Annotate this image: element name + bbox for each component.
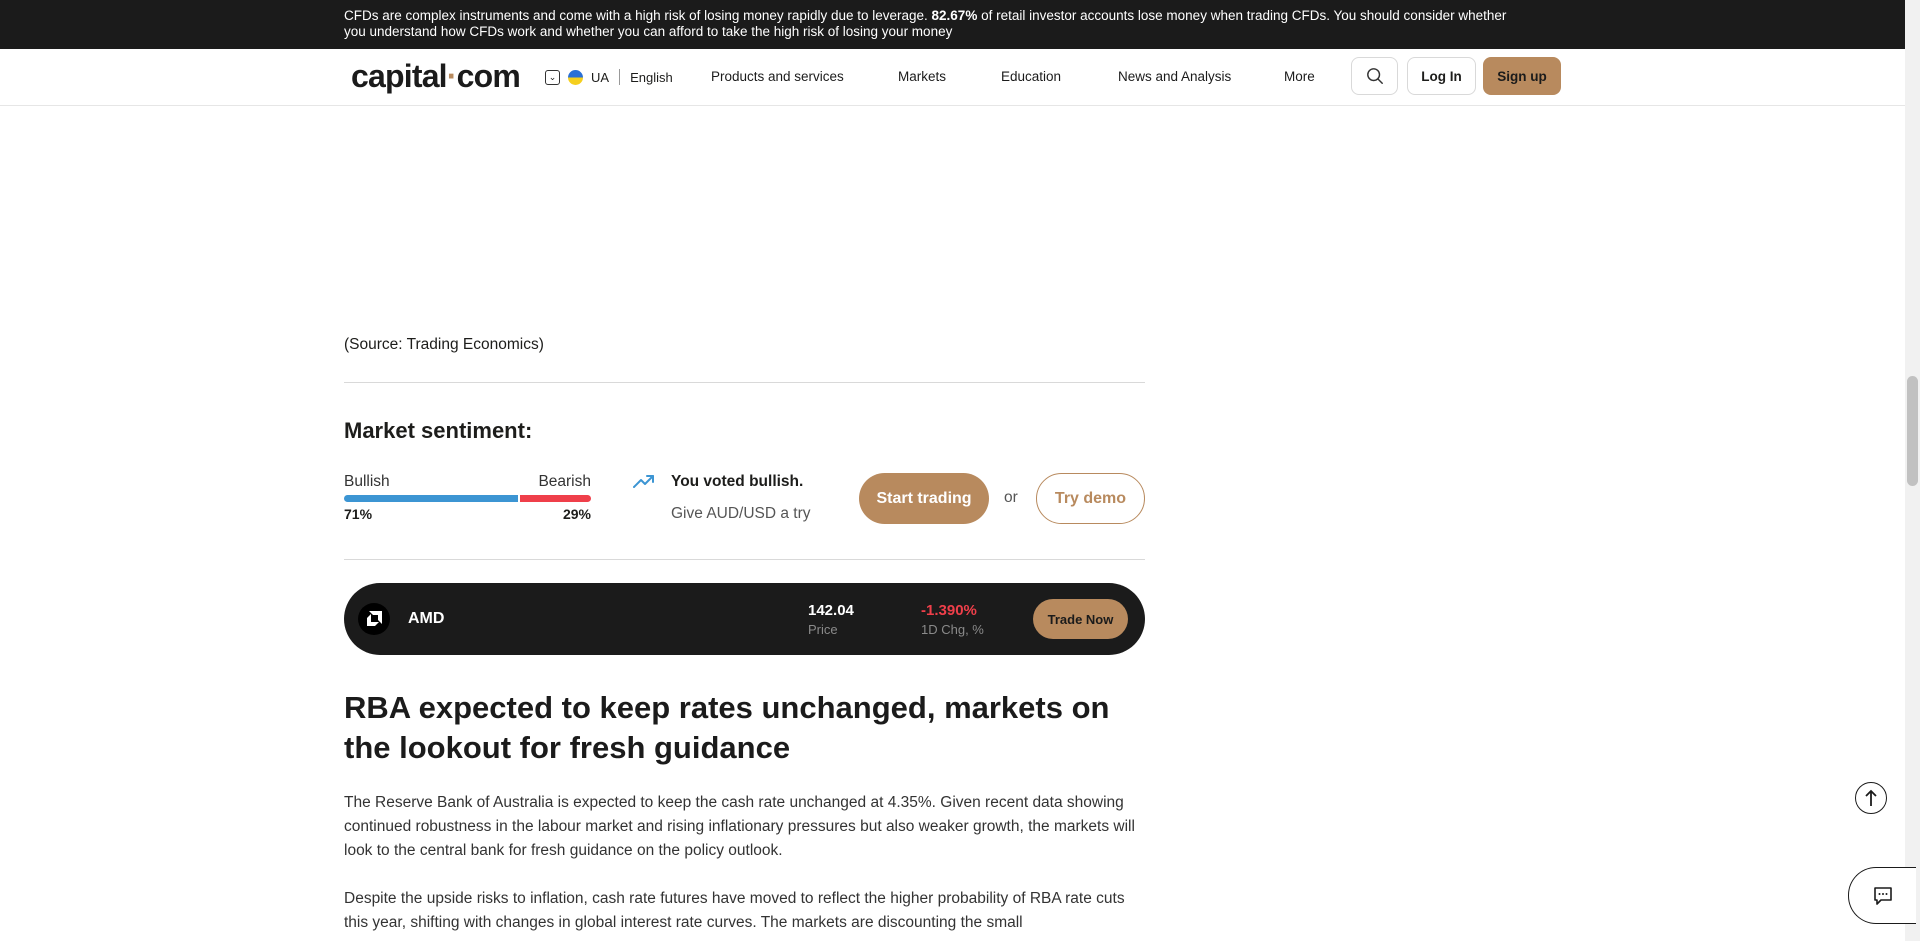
bearish-percent: 29% <box>562 506 591 522</box>
trend-up-icon <box>633 475 654 488</box>
voted-text: You voted bullish. <box>671 473 804 490</box>
article-section-heading: RBA expected to keep rates unchanged, ma… <box>344 690 1110 765</box>
divider <box>344 382 1145 383</box>
nav-products-and-services[interactable]: Products and services <box>711 69 844 84</box>
bearish-label: Bearish <box>538 473 591 490</box>
sentiment-title: Market sentiment: <box>344 418 533 443</box>
risk-warning-text: CFDs are complex instruments and come wi… <box>344 8 1507 39</box>
chat-icon <box>1873 886 1892 905</box>
give-try-text: Give AUD/USD a try <box>671 505 811 522</box>
risk-percent: 82.67% <box>931 8 978 23</box>
arrow-up-icon <box>1865 789 1877 806</box>
divider <box>344 559 1145 560</box>
nav-more[interactable]: More <box>1284 69 1315 84</box>
sentiment-bar <box>344 495 591 502</box>
try-demo-button[interactable]: Try demo <box>1036 473 1145 524</box>
page-scrollbar[interactable] <box>1905 0 1920 941</box>
change-label: 1D Chg, % <box>921 622 984 637</box>
search-icon <box>1366 68 1383 84</box>
login-button[interactable]: Log In <box>1407 57 1476 95</box>
price-label: Price <box>808 622 838 637</box>
start-trading-button[interactable]: Start trading <box>859 473 989 524</box>
bearish-bar <box>520 495 591 502</box>
search-button[interactable] <box>1351 57 1398 95</box>
bullish-bar <box>344 495 518 502</box>
instrument-change: -1.390% <box>921 602 977 619</box>
divider <box>619 69 621 85</box>
bullish-percent: 71% <box>344 506 373 522</box>
scrollbar-thumb[interactable] <box>1907 376 1918 486</box>
nav-markets[interactable]: Markets <box>898 69 946 84</box>
article-paragraph: Despite the upside risks to inflation, c… <box>344 890 1125 931</box>
amd-logo-icon <box>358 603 390 635</box>
region-language-selector[interactable]: ⌄ UA English <box>545 67 673 87</box>
bullish-label: Bullish <box>344 473 390 490</box>
article-paragraph: The Reserve Bank of Australia is expecte… <box>344 794 1135 859</box>
risk-warning-banner: CFDs are complex instruments and come wi… <box>0 0 1905 49</box>
chat-support-button[interactable] <box>1848 867 1916 924</box>
nav-education[interactable]: Education <box>1001 69 1061 84</box>
or-label: or <box>1004 489 1018 506</box>
instrument-name[interactable]: AMD <box>408 610 444 628</box>
trade-now-button[interactable]: Trade Now <box>1033 599 1128 639</box>
capital-com-logo[interactable]: capital·com <box>351 58 521 95</box>
chart-source-caption: (Source: Trading Economics) <box>344 336 544 353</box>
site-header: capital·com ⌄ UA English Products and se… <box>0 49 1905 106</box>
language-label: English <box>630 69 673 85</box>
chevron-down-icon: ⌄ <box>545 69 560 85</box>
instrument-ticker-card: AMD 142.04 Price -1.390% 1D Chg, % Trade… <box>344 583 1145 655</box>
flag-icon <box>568 69 583 85</box>
instrument-price: 142.04 <box>808 602 854 619</box>
region-code: UA <box>591 69 610 85</box>
signup-button[interactable]: Sign up <box>1483 57 1561 95</box>
scroll-to-top-button[interactable] <box>1855 782 1887 814</box>
nav-news-and-analysis[interactable]: News and Analysis <box>1118 69 1231 84</box>
